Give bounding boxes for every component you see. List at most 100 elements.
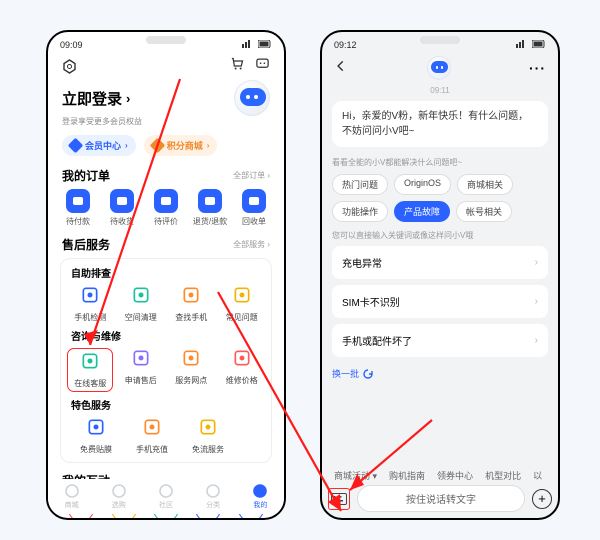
service-item[interactable]: 免流服务 bbox=[185, 417, 231, 455]
login-subtitle: 登录享受更多会员权益 bbox=[48, 116, 284, 132]
service-icon bbox=[80, 351, 100, 376]
service-icon bbox=[86, 417, 106, 442]
refresh-icon bbox=[363, 369, 373, 379]
back-button[interactable] bbox=[334, 59, 348, 78]
plus-button[interactable]: + bbox=[532, 489, 552, 509]
bottom-tab[interactable]: 机型对比 bbox=[485, 469, 521, 482]
tab-item[interactable]: 选购 bbox=[111, 483, 127, 510]
service-item[interactable]: 申请售后 bbox=[118, 348, 164, 392]
chip-member[interactable]: 会员中心› bbox=[62, 135, 136, 156]
orders-header: 我的订单 全部订单 › bbox=[48, 164, 284, 187]
greeting-bubble: Hi，亲爱的V粉，新年快乐！有什么问题，不妨问问小V吧~ bbox=[332, 101, 548, 147]
order-icon bbox=[154, 189, 178, 213]
service-item[interactable]: 服务网点 bbox=[168, 348, 214, 392]
tab-item[interactable]: 商城 bbox=[64, 483, 80, 510]
notch bbox=[146, 36, 186, 44]
input-bar: 按住说话转文字 + bbox=[328, 485, 552, 512]
service-item[interactable]: 手机充值 bbox=[129, 417, 175, 455]
tab-icon bbox=[64, 483, 80, 499]
order-item[interactable]: 退货/退款 bbox=[189, 189, 231, 227]
category-pill[interactable]: 热门问题 bbox=[332, 174, 388, 195]
suggestion-title: 看看全能的小V都能解决什么问题吧~ bbox=[332, 157, 548, 168]
message-icon[interactable] bbox=[255, 56, 270, 76]
orders-more[interactable]: 全部订单 › bbox=[233, 170, 270, 181]
chevron-right-icon: › bbox=[535, 257, 538, 268]
tab-icon bbox=[252, 483, 268, 499]
order-icon bbox=[242, 189, 266, 213]
service-icon bbox=[181, 348, 201, 373]
chevron-right-icon: › bbox=[126, 91, 130, 106]
status-time: 09:12 bbox=[334, 40, 357, 50]
order-icon bbox=[110, 189, 134, 213]
login-title: 立即登录 bbox=[62, 88, 122, 109]
chat-header: ··· bbox=[322, 52, 558, 84]
group2-title: 咨询与维修 bbox=[65, 328, 267, 347]
faq-item[interactable]: 手机或配件坏了› bbox=[332, 324, 548, 357]
service-item[interactable]: 查找手机 bbox=[168, 285, 214, 323]
category-pill[interactable]: 产品故障 bbox=[394, 201, 450, 222]
order-item[interactable]: 待评价 bbox=[145, 189, 187, 227]
after-more[interactable]: 全部服务 › bbox=[233, 239, 270, 250]
chip-points[interactable]: 积分商城› bbox=[144, 135, 218, 156]
chevron-right-icon: › bbox=[535, 335, 538, 346]
category-pill[interactable]: 商城相关 bbox=[457, 174, 513, 195]
order-item[interactable]: 回收单 bbox=[233, 189, 275, 227]
category-pill[interactable]: 功能操作 bbox=[332, 201, 388, 222]
service-icon bbox=[232, 348, 252, 373]
tab-item[interactable]: 我的 bbox=[252, 483, 268, 510]
phone-left: 09:09 立即登录 › 登录享受更多会员权益 会员中心› 积分商城› 我的订单… bbox=[46, 30, 286, 520]
service-item[interactable]: 手机检测 bbox=[67, 285, 113, 323]
service-item[interactable]: 免费贴膜 bbox=[73, 417, 119, 455]
bottom-tab[interactable]: 购机指南 bbox=[389, 469, 425, 482]
tab-icon bbox=[111, 483, 127, 499]
category-pill[interactable]: 帐号相关 bbox=[456, 201, 512, 222]
order-icon bbox=[198, 189, 222, 213]
login-row[interactable]: 立即登录 › bbox=[48, 78, 284, 116]
tab-item[interactable]: 社区 bbox=[158, 483, 174, 510]
category-pill[interactable]: OriginOS bbox=[394, 174, 451, 195]
diamond-icon bbox=[149, 138, 165, 154]
status-icons bbox=[513, 40, 546, 50]
tab-bar: 商城 选购 社区 分类 我的 bbox=[48, 479, 284, 514]
faq-item[interactable]: 充电异常› bbox=[332, 246, 548, 279]
header bbox=[48, 52, 284, 78]
notch bbox=[420, 36, 460, 44]
service-item[interactable]: 空间清理 bbox=[118, 285, 164, 323]
group3-row: 免费贴膜手机充值免流服务 bbox=[65, 416, 267, 456]
cart-icon[interactable] bbox=[230, 56, 245, 76]
bottom-tab[interactable]: 以 bbox=[533, 469, 542, 482]
faq-item[interactable]: SIM卡不识别› bbox=[332, 285, 548, 318]
status-icons bbox=[239, 40, 272, 50]
group1-title: 自助排查 bbox=[65, 265, 267, 284]
group2-row: 在线客服申请售后服务网点维修价格 bbox=[65, 347, 267, 393]
service-item[interactable]: 维修价格 bbox=[219, 348, 265, 392]
voice-input[interactable]: 按住说话转文字 bbox=[357, 485, 525, 512]
bottom-tab[interactable]: 商城活动 ▾ bbox=[334, 469, 377, 482]
chat-body: 09:11 Hi，亲爱的V粉，新年快乐！有什么问题，不妨问问小V吧~ 看看全能的… bbox=[322, 86, 558, 380]
group3-title: 特色服务 bbox=[65, 397, 267, 416]
keyboard-icon[interactable] bbox=[328, 488, 350, 510]
diamond-icon bbox=[68, 138, 84, 154]
service-icon bbox=[181, 285, 201, 310]
bot-avatar bbox=[427, 56, 451, 80]
order-item[interactable]: 待付款 bbox=[57, 189, 99, 227]
service-icon bbox=[131, 348, 151, 373]
order-item[interactable]: 待收货 bbox=[101, 189, 143, 227]
service-item[interactable]: 常见问题 bbox=[219, 285, 265, 323]
avatar[interactable] bbox=[234, 80, 270, 116]
group1-row: 手机检测空间清理查找手机常见问题 bbox=[65, 284, 267, 324]
bottom-scroll[interactable]: 商城活动 ▾ 购机指南领券中心机型对比以 bbox=[322, 469, 558, 482]
faq-list: 充电异常› SIM卡不识别› 手机或配件坏了› bbox=[332, 246, 548, 357]
settings-icon[interactable] bbox=[62, 59, 77, 74]
tab-item[interactable]: 分类 bbox=[205, 483, 221, 510]
service-icon bbox=[232, 285, 252, 310]
service-item[interactable]: 在线客服 bbox=[67, 348, 113, 392]
bottom-tab[interactable]: 领券中心 bbox=[437, 469, 473, 482]
phone-right: 09:12 ··· 09:11 Hi，亲爱的V粉，新年快乐！有什么问题，不妨问问… bbox=[320, 30, 560, 520]
chat-timestamp: 09:11 bbox=[332, 86, 548, 95]
refresh-button[interactable]: 换一批 bbox=[332, 363, 548, 380]
after-header: 售后服务 全部服务 › bbox=[48, 233, 284, 256]
category-pills: 热门问题 OriginOS 商城相关功能操作产品故障帐号相关 bbox=[332, 174, 548, 222]
service-icon bbox=[198, 417, 218, 442]
more-icon[interactable]: ··· bbox=[529, 60, 546, 76]
